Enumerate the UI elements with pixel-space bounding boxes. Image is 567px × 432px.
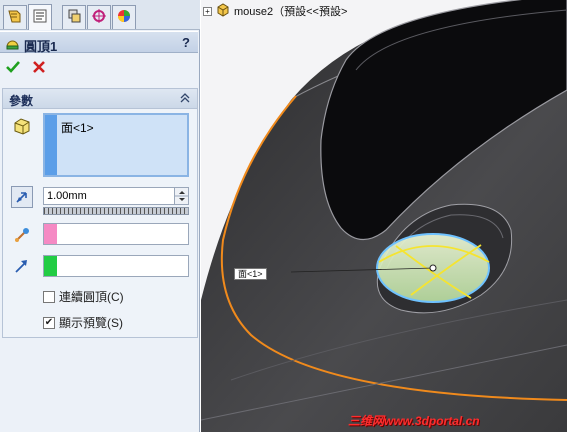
- distance-value: 1.00mm: [47, 190, 87, 202]
- configuration-manager-icon: [66, 8, 82, 27]
- face-callout-label: 面<1>: [234, 268, 267, 280]
- show-preview-checkbox[interactable]: ✔ 顯示預覽(S): [43, 314, 123, 331]
- selected-face-item[interactable]: 面<1>: [61, 119, 94, 136]
- checkmark-icon: [6, 61, 20, 73]
- selection-color-stripe: [45, 115, 57, 175]
- part-name: mouse2（預設<<預設>: [234, 6, 348, 18]
- manager-tab-bar: [0, 0, 200, 30]
- site-watermark: 三维网www.3dportal.cn: [348, 414, 480, 428]
- dimxpert-icon: [91, 8, 107, 27]
- collapse-up-icon[interactable]: [179, 92, 191, 104]
- graphics-area[interactable]: [201, 0, 567, 432]
- expand-icon[interactable]: +: [203, 6, 212, 16]
- ok-cancel-row: [0, 54, 198, 84]
- constraint-point-icon: [11, 224, 33, 246]
- direction-field[interactable]: [43, 255, 189, 277]
- dome-feature-icon: [5, 35, 20, 53]
- parameters-group-title: 參數: [9, 94, 34, 108]
- property-manager-icon: [32, 8, 48, 27]
- display-manager-icon: [116, 8, 132, 27]
- feature-tree-flyout[interactable]: + mouse2（預設<<預設>: [203, 2, 348, 20]
- tab-dimxpert-manager[interactable]: [87, 5, 111, 29]
- close-icon: [33, 61, 45, 73]
- part-icon: [216, 2, 230, 20]
- distance-spinner[interactable]: [174, 188, 189, 204]
- parameters-group-header[interactable]: 參數: [3, 89, 197, 109]
- ok-button[interactable]: [5, 59, 21, 78]
- property-title-bar: 圓頂1 ?: [0, 31, 198, 54]
- faces-selection-box[interactable]: 面<1>: [43, 113, 189, 177]
- distance-thumbwheel[interactable]: [43, 207, 189, 215]
- distance-input[interactable]: 1.00mm: [43, 187, 189, 205]
- continuous-dome-check[interactable]: [43, 290, 55, 303]
- distance-arrow-icon: [16, 192, 27, 203]
- show-preview-label: 顯示預覽(S): [59, 316, 123, 330]
- green-selection-swatch: [44, 256, 57, 276]
- tab-display-manager[interactable]: [112, 5, 136, 29]
- feature-manager-icon: [7, 8, 23, 27]
- continuous-dome-label: 連續圓頂(C): [59, 290, 124, 304]
- constraint-point-field[interactable]: [43, 223, 189, 245]
- face-selection-icon: [11, 115, 33, 137]
- continuous-dome-checkbox[interactable]: 連續圓頂(C): [43, 288, 124, 305]
- property-manager-panel: 圓頂1 ? 參數 面<1> 1.00mm 連續圓頂(C) ✔ 顯示預覽(S): [0, 0, 200, 432]
- model-render: [201, 0, 567, 432]
- tab-feature-manager[interactable]: [3, 5, 27, 29]
- tab-property-manager[interactable]: [28, 4, 52, 30]
- reverse-direction-button[interactable]: [11, 186, 33, 208]
- feature-title: 圓頂1: [24, 39, 58, 54]
- cancel-button[interactable]: [31, 59, 47, 78]
- direction-icon: [11, 255, 33, 277]
- help-button[interactable]: ?: [182, 35, 190, 50]
- pink-selection-swatch: [44, 224, 57, 244]
- show-preview-check[interactable]: ✔: [43, 316, 55, 329]
- parameters-group: 參數 面<1> 1.00mm 連續圓頂(C) ✔ 顯示預覽(S): [2, 88, 198, 338]
- tab-configuration-manager[interactable]: [62, 5, 86, 29]
